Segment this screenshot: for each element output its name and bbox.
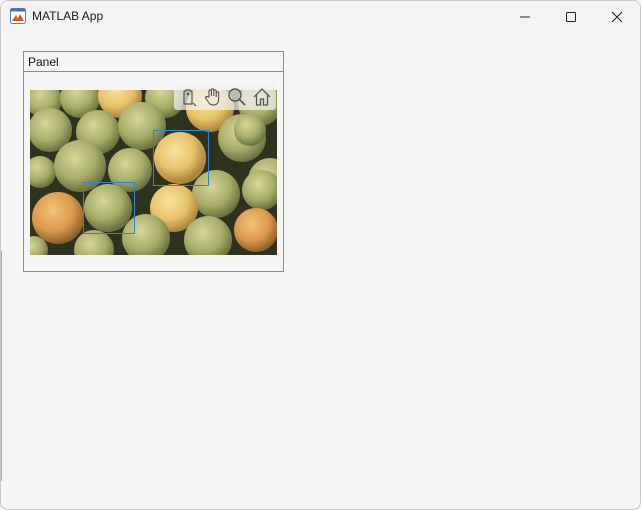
app-window: MATLAB App Panel — [0, 0, 641, 510]
panel-title: Panel — [28, 55, 59, 69]
window-title: MATLAB App — [32, 9, 104, 23]
minimize-button[interactable] — [502, 1, 548, 32]
matlab-app-icon — [10, 8, 26, 24]
panel-header — [24, 52, 283, 72]
maximize-icon — [566, 11, 576, 22]
zoom-in-icon — [228, 88, 246, 106]
image-axes[interactable] — [30, 90, 277, 255]
panel: Panel — [23, 51, 284, 272]
window-left-accent — [1, 251, 2, 481]
maximize-button[interactable] — [548, 1, 594, 32]
data-tip-icon — [183, 89, 197, 107]
axes-toolbar — [174, 84, 276, 110]
zoom-button[interactable] — [226, 86, 248, 108]
pan-hand-icon — [204, 88, 219, 106]
close-icon — [611, 11, 623, 22]
minimize-icon — [520, 16, 530, 17]
data-tip-button[interactable] — [177, 86, 199, 108]
home-restore-icon — [253, 88, 271, 106]
pan-button[interactable] — [202, 86, 224, 108]
title-bar[interactable]: MATLAB App — [1, 1, 640, 32]
close-button[interactable] — [594, 1, 640, 32]
restore-view-button[interactable] — [251, 86, 273, 108]
